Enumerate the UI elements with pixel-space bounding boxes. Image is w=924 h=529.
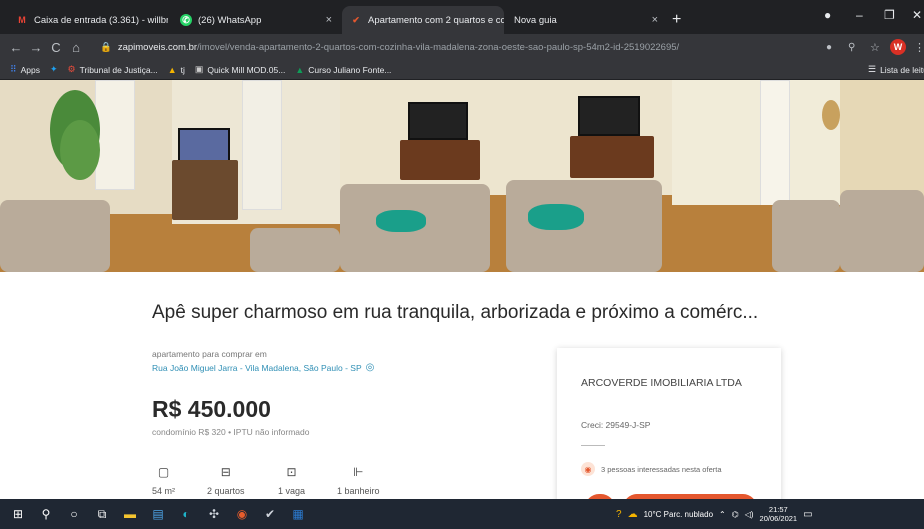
notifications-icon[interactable]: ▭: [803, 509, 812, 520]
tab-close-icon[interactable]: ×: [326, 14, 332, 26]
tab-nova-guia[interactable]: Nova guia ×: [506, 6, 666, 34]
tab-whatsapp[interactable]: ✆ (26) WhatsApp ×: [172, 6, 340, 34]
app-icon[interactable]: ✣: [200, 499, 228, 529]
tab-title: (26) WhatsApp: [198, 14, 262, 26]
bookmark-twitter[interactable]: ✦: [50, 64, 58, 75]
whatsapp-icon: ✆: [180, 14, 192, 26]
gallery-photo[interactable]: [172, 80, 340, 272]
listing-content: Apê super charmoso em rua tranquila, arb…: [0, 272, 924, 508]
gallery-photo[interactable]: [672, 80, 840, 272]
url-path: /imovel/venda-apartamento-2-quartos-com-…: [197, 41, 680, 53]
bookmark-quickmill[interactable]: ▣ Quick Mill MOD.05...: [195, 64, 285, 75]
url-field[interactable]: 🔒 zapimoveis.com.br /imovel/venda-aparta…: [100, 38, 820, 56]
tab-close-icon[interactable]: ×: [652, 14, 658, 26]
gallery-photo[interactable]: [840, 80, 924, 272]
system-tray: ? ☁ 10°C Parc. nublado ⌃ ⌬ ◁) 21:57 20/0…: [616, 499, 813, 529]
bookmark-icon: ▲: [167, 64, 177, 75]
minimize-button[interactable]: –: [856, 8, 863, 22]
twitter-icon: ✦: [49, 64, 58, 74]
bookmark-tj[interactable]: ▲ tj: [168, 65, 185, 75]
zap-icon: ✔: [352, 14, 360, 25]
apps-grid-icon: ⠿: [10, 64, 17, 74]
feature-area: ▢ 54 m²: [152, 465, 176, 496]
chrome-icon[interactable]: ◉: [228, 499, 256, 529]
new-tab-button[interactable]: +: [672, 12, 681, 28]
file-explorer-icon[interactable]: ▬: [116, 499, 144, 529]
tab-gmail[interactable]: M Caixa de entrada (3.361) - willbri ×: [8, 6, 168, 34]
agency-creci: Creci: 29549-J-SP: [581, 420, 651, 430]
star-icon[interactable]: ☆: [870, 41, 880, 54]
tj-icon: ⚙: [67, 64, 76, 74]
map-pin-icon[interactable]: ◎: [366, 362, 375, 373]
word-icon[interactable]: ▦: [284, 499, 312, 529]
listing-price: R$ 450.000: [152, 396, 271, 422]
clock[interactable]: 21:57 20/06/2021: [760, 505, 798, 523]
speaker-icon[interactable]: ◁): [745, 510, 754, 519]
bookmark-tribunal[interactable]: ⚙ Tribunal de Justiça...: [68, 64, 158, 75]
feature-parking: ⊡ 1 vaga: [278, 465, 306, 496]
address-bar-row: ← → C ⌂ 🔒 zapimoveis.com.br /imovel/vend…: [0, 34, 924, 60]
cortana-icon[interactable]: ○: [60, 499, 88, 529]
tab-search-icon[interactable]: ●: [824, 8, 831, 22]
area-icon: ▢: [157, 465, 170, 479]
lock-icon: 🔒: [100, 41, 112, 53]
close-window-button[interactable]: ✕: [912, 8, 922, 22]
forward-icon[interactable]: →: [26, 40, 46, 55]
browser-tab-strip: M Caixa de entrada (3.361) - willbri × ✆…: [0, 0, 924, 34]
listing-title: Apê super charmoso em rua tranquila, arb…: [152, 302, 759, 323]
mail-icon[interactable]: ✔: [256, 499, 284, 529]
shower-icon: ⊩: [353, 465, 364, 479]
feature-bedrooms: ⊟ 2 quartos: [207, 465, 245, 496]
bookmark-curso[interactable]: ▲ Curso Juliano Fonte...: [295, 65, 391, 75]
tab-title: Caixa de entrada (3.361) - willbri: [34, 14, 168, 26]
drive-icon: ▲: [295, 64, 305, 75]
weather-icon: ☁: [627, 508, 638, 520]
gallery-photo[interactable]: [340, 80, 506, 272]
task-view-icon[interactable]: ⧉: [88, 499, 116, 529]
windows-start-icon[interactable]: ⊞: [4, 499, 32, 529]
bookmarks-bar: ⠿ Apps ✦ ⚙ Tribunal de Justiça... ▲ tj ▣…: [0, 60, 924, 80]
feature-bathroom: ⊩ 1 banheiro: [337, 465, 380, 496]
gallery-photo[interactable]: [506, 80, 672, 272]
edge-icon[interactable]: ◐: [172, 499, 200, 529]
divider: [581, 445, 605, 446]
search-icon[interactable]: ⚲: [32, 499, 60, 529]
maximize-button[interactable]: ❐: [884, 8, 895, 22]
photo-gallery[interactable]: [0, 80, 924, 272]
tab-title: Apartamento com 2 quartos e co: [368, 14, 504, 26]
listing-fees: condomínio R$ 320 • IPTU não informado: [152, 427, 310, 437]
chevron-up-icon[interactable]: ⌃: [719, 510, 726, 519]
gmail-icon: M: [18, 15, 26, 25]
reading-list-button[interactable]: ☰ Lista de leitura: [868, 64, 924, 75]
store-icon[interactable]: ▤: [144, 499, 172, 529]
tab-title: Nova guia: [514, 14, 557, 26]
zoom-icon[interactable]: ⚲: [848, 42, 855, 53]
location-icon[interactable]: ●: [826, 42, 832, 53]
profile-avatar[interactable]: W: [890, 39, 906, 55]
tab-apartamento[interactable]: ✔ Apartamento com 2 quartos e co ×: [342, 6, 504, 34]
reload-icon[interactable]: C: [46, 40, 66, 55]
listing-address[interactable]: Rua João Miguel Jarra - Vila Madalena, S…: [152, 362, 374, 373]
network-icon[interactable]: ⌬: [732, 510, 739, 519]
eye-icon: ◉: [581, 462, 595, 476]
agency-card: ARCOVERDE IMOBILIARIA LTDA Creci: 29549-…: [557, 348, 781, 508]
quickmill-icon: ▣: [194, 64, 204, 74]
reading-list-icon: ☰: [868, 64, 877, 74]
home-icon[interactable]: ⌂: [66, 40, 86, 55]
bed-icon: ⊟: [220, 465, 231, 479]
menu-icon[interactable]: ⋮: [914, 41, 924, 54]
gallery-photo[interactable]: [0, 80, 172, 272]
agency-name: ARCOVERDE IMOBILIARIA LTDA: [581, 377, 742, 389]
weather-text[interactable]: 10°C Parc. nublado: [644, 510, 713, 519]
interest-badge: ◉ 3 pessoas interessadas nesta oferta: [581, 462, 722, 476]
back-icon[interactable]: ←: [6, 40, 26, 55]
bookmark-apps[interactable]: ⠿ Apps: [10, 64, 40, 75]
url-host: zapimoveis.com.br: [117, 41, 198, 53]
listing-kind: apartamento para comprar em: [152, 349, 267, 359]
car-icon: ⊡: [286, 465, 297, 479]
help-icon[interactable]: ?: [616, 509, 622, 520]
